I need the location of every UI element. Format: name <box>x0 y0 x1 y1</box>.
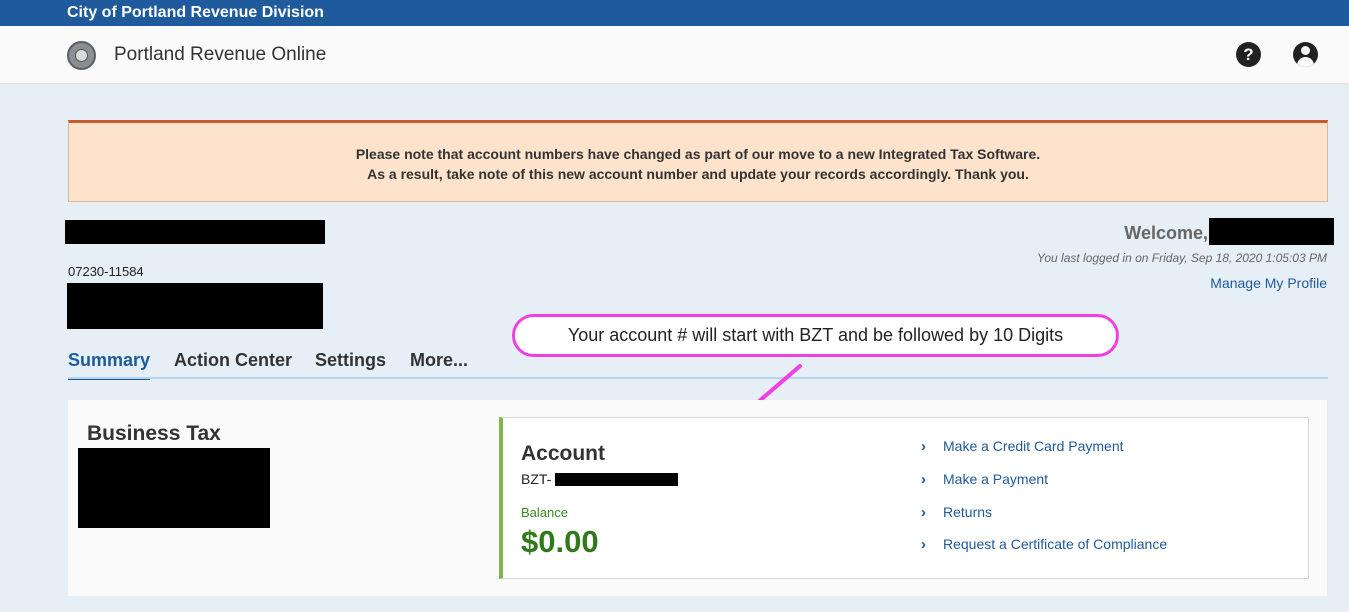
balance-amount: $0.00 <box>521 524 599 559</box>
redacted-user-name <box>1209 218 1334 245</box>
redacted-customer-name <box>65 220 325 244</box>
balance-label: Balance <box>521 505 568 520</box>
user-icon-head <box>1301 46 1310 55</box>
account-number-notice: Please note that account numbers have ch… <box>68 120 1328 202</box>
tab-action-center[interactable]: Action Center <box>174 350 292 371</box>
city-seal-icon[interactable] <box>67 41 96 70</box>
account-number-prefix: BZT- <box>521 471 552 487</box>
link-label: Request a Certificate of Compliance <box>943 536 1168 552</box>
welcome-label: Welcome, <box>1124 223 1208 243</box>
user-account-icon[interactable] <box>1293 42 1318 67</box>
tabs-divider <box>68 377 1328 379</box>
help-icon[interactable]: ? <box>1236 42 1261 67</box>
business-tax-panel: Business Tax Account BZT- Balance $0.00 … <box>68 400 1327 596</box>
chevron-right-icon: › <box>921 536 926 553</box>
redacted-customer-address <box>67 283 323 329</box>
annotation-callout: Your account # will start with BZT and b… <box>512 314 1119 357</box>
seal-center <box>75 49 88 62</box>
account-card: Account BZT- Balance $0.00 › Make a Cred… <box>499 417 1309 579</box>
tab-summary[interactable]: Summary <box>68 350 150 371</box>
user-icon-body <box>1297 57 1314 67</box>
chevron-right-icon: › <box>921 471 926 488</box>
last-login-text: You last logged in on Friday, Sep 18, 20… <box>1037 251 1327 265</box>
notice-line-2: As a result, take note of this new accou… <box>367 166 1029 182</box>
customer-account-number: 07230-11584 <box>68 264 144 279</box>
account-heading: Account <box>521 442 605 465</box>
chevron-right-icon: › <box>921 438 926 455</box>
app-title[interactable]: Portland Revenue Online <box>114 44 326 66</box>
tab-settings[interactable]: Settings <box>315 350 386 371</box>
panel-title: Business Tax <box>87 422 221 445</box>
redacted-account-digits <box>555 473 678 486</box>
division-title: City of Portland Revenue Division <box>67 4 324 21</box>
manage-profile-link[interactable]: Manage My Profile <box>1210 275 1327 291</box>
link-label: Make a Payment <box>943 471 1049 487</box>
top-banner: City of Portland Revenue Division <box>0 0 1349 26</box>
tab-more[interactable]: More... <box>410 350 468 371</box>
chevron-right-icon: › <box>921 504 926 521</box>
notice-line-1: Please note that account numbers have ch… <box>355 146 1041 162</box>
link-label: Returns <box>943 504 993 520</box>
redacted-business-details <box>78 448 270 528</box>
link-label: Make a Credit Card Payment <box>943 438 1124 454</box>
app-header: Portland Revenue Online ? <box>0 26 1349 84</box>
